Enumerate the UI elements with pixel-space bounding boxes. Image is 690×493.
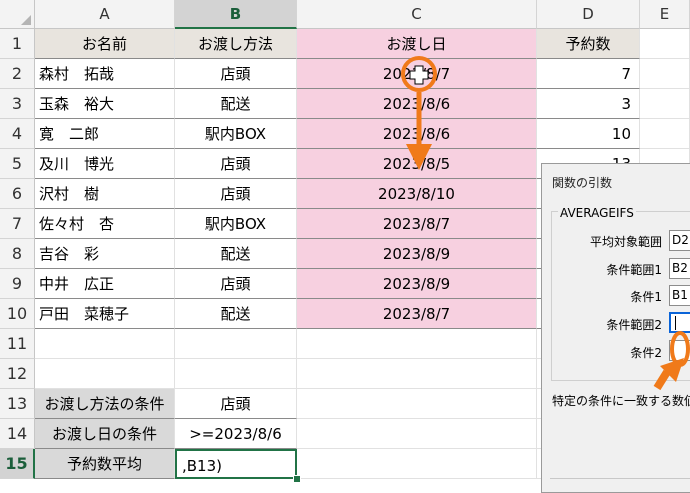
annotation-overlay <box>401 56 690 391</box>
drag-down-arrow-icon <box>406 92 432 170</box>
cross-cursor-icon <box>409 65 429 85</box>
pointer-arrow-icon <box>653 358 684 391</box>
